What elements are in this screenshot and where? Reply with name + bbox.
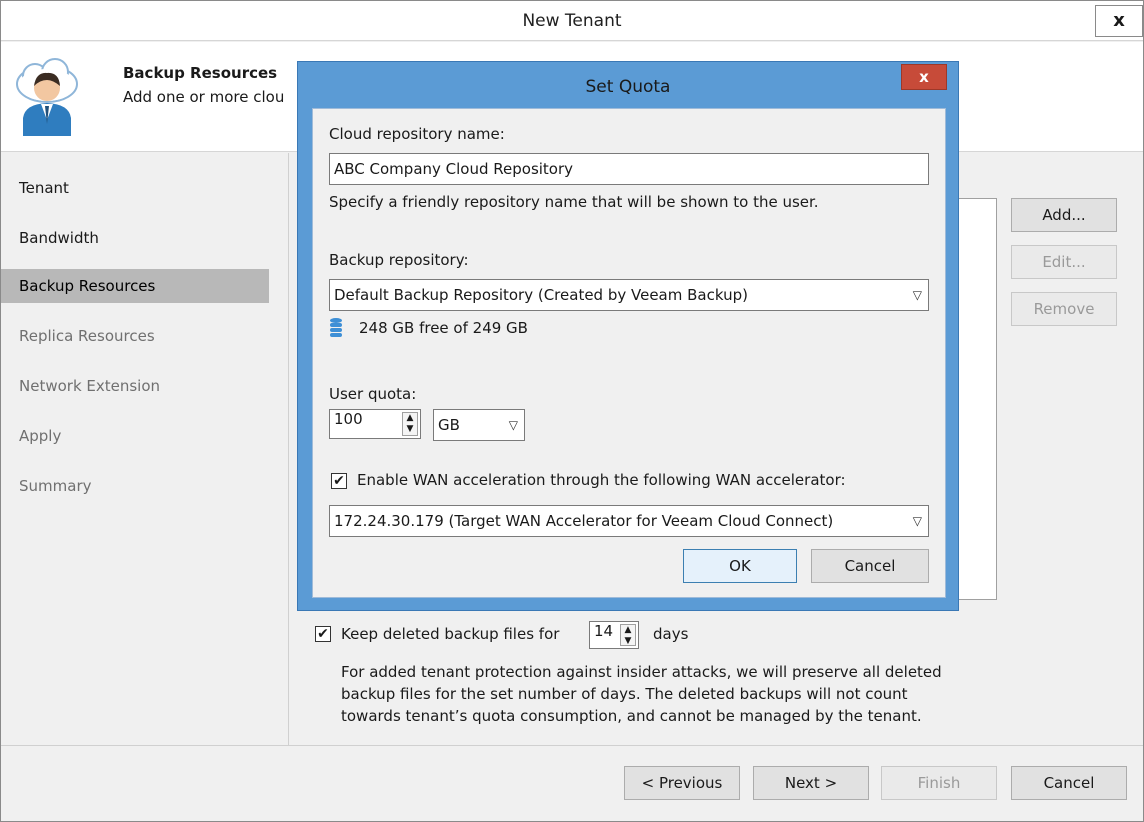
next-button[interactable]: Next > [753, 766, 869, 800]
wizard-footer: < Previous Next > Finish Cancel [1, 745, 1143, 821]
step-bandwidth[interactable]: Bandwidth [1, 221, 269, 255]
dialog-cancel-button[interactable]: Cancel [811, 549, 929, 583]
free-space-text: 248 GB free of 249 GB [359, 319, 528, 337]
backup-repo-label: Backup repository: [329, 251, 469, 269]
dialog-title: Set Quota [585, 77, 671, 97]
cancel-button[interactable]: Cancel [1011, 766, 1127, 800]
stepper-arrows-icon[interactable]: ▲ ▼ [402, 412, 418, 436]
repo-name-hint: Specify a friendly repository name that … [329, 193, 819, 211]
wizard-steps-sidebar: Tenant Bandwidth Backup Resources Replic… [1, 153, 289, 745]
keep-deleted-checkbox[interactable]: ✔ [315, 626, 331, 642]
description-line: backup files for the set number of days.… [341, 685, 908, 703]
description-line: towards tenant’s quota consumption, and … [341, 707, 922, 725]
header-description: Add one or more clou [123, 88, 285, 106]
dialog-body: Cloud repository name: ABC Company Cloud… [312, 108, 946, 598]
step-replica-resources: Replica Resources [19, 327, 155, 345]
remove-button[interactable]: Remove [1011, 292, 1117, 326]
step-apply: Apply [19, 427, 62, 445]
window-title-bar: New Tenant x [1, 1, 1143, 41]
backup-repo-value: Default Backup Repository (Created by Ve… [334, 286, 748, 304]
window-close-button[interactable]: x [1095, 5, 1143, 37]
step-tenant[interactable]: Tenant [1, 171, 269, 205]
stepper-arrows-icon[interactable]: ▲ ▼ [620, 624, 636, 646]
repo-name-label: Cloud repository name: [329, 125, 505, 143]
ok-button[interactable]: OK [683, 549, 797, 583]
step-summary: Summary [19, 477, 92, 495]
add-button[interactable]: Add... [1011, 198, 1117, 232]
edit-button[interactable]: Edit... [1011, 245, 1117, 279]
set-quota-dialog: Set Quota x Cloud repository name: ABC C… [297, 61, 959, 611]
step-network-extension: Network Extension [19, 377, 161, 395]
chevron-down-icon: ▽ [912, 288, 922, 302]
chevron-down-icon: ▽ [912, 514, 922, 528]
resources-list[interactable] [955, 198, 997, 600]
quota-unit-select[interactable]: GB ▽ [433, 409, 525, 441]
chevron-down-icon: ▽ [508, 418, 518, 432]
finish-button[interactable]: Finish [881, 766, 997, 800]
wan-acceleration-checkbox[interactable]: ✔ [331, 473, 347, 489]
checkmark-icon: ✔ [333, 473, 345, 489]
keep-days-unit: days [653, 625, 689, 643]
wan-accelerator-select[interactable]: 172.24.30.179 (Target WAN Accelerator fo… [329, 505, 929, 537]
header-title: Backup Resources [123, 64, 278, 82]
step-backup-resources[interactable]: Backup Resources [1, 269, 269, 303]
checkmark-icon: ✔ [317, 626, 329, 642]
database-icon [329, 317, 343, 341]
cloud-user-icon [13, 58, 81, 140]
keep-days-stepper[interactable]: 14 ▲ ▼ [589, 621, 639, 649]
user-quota-stepper[interactable]: 100 ▲ ▼ [329, 409, 421, 439]
window-title: New Tenant [522, 11, 622, 31]
description-line: For added tenant protection against insi… [341, 663, 942, 681]
keep-days-value: 14 [594, 622, 614, 640]
keep-deleted-label: Keep deleted backup files for [341, 625, 560, 643]
previous-button[interactable]: < Previous [624, 766, 740, 800]
wan-acceleration-label: Enable WAN acceleration through the foll… [357, 471, 846, 489]
repo-name-input[interactable]: ABC Company Cloud Repository [329, 153, 929, 185]
wan-accelerator-value: 172.24.30.179 (Target WAN Accelerator fo… [334, 512, 834, 530]
dialog-close-button[interactable]: x [901, 64, 947, 90]
user-quota-value: 100 [334, 410, 363, 428]
user-quota-label: User quota: [329, 385, 417, 403]
backup-repo-select[interactable]: Default Backup Repository (Created by Ve… [329, 279, 929, 311]
quota-unit-value: GB [438, 416, 460, 434]
keep-deleted-description: For added tenant protection against insi… [341, 661, 942, 727]
